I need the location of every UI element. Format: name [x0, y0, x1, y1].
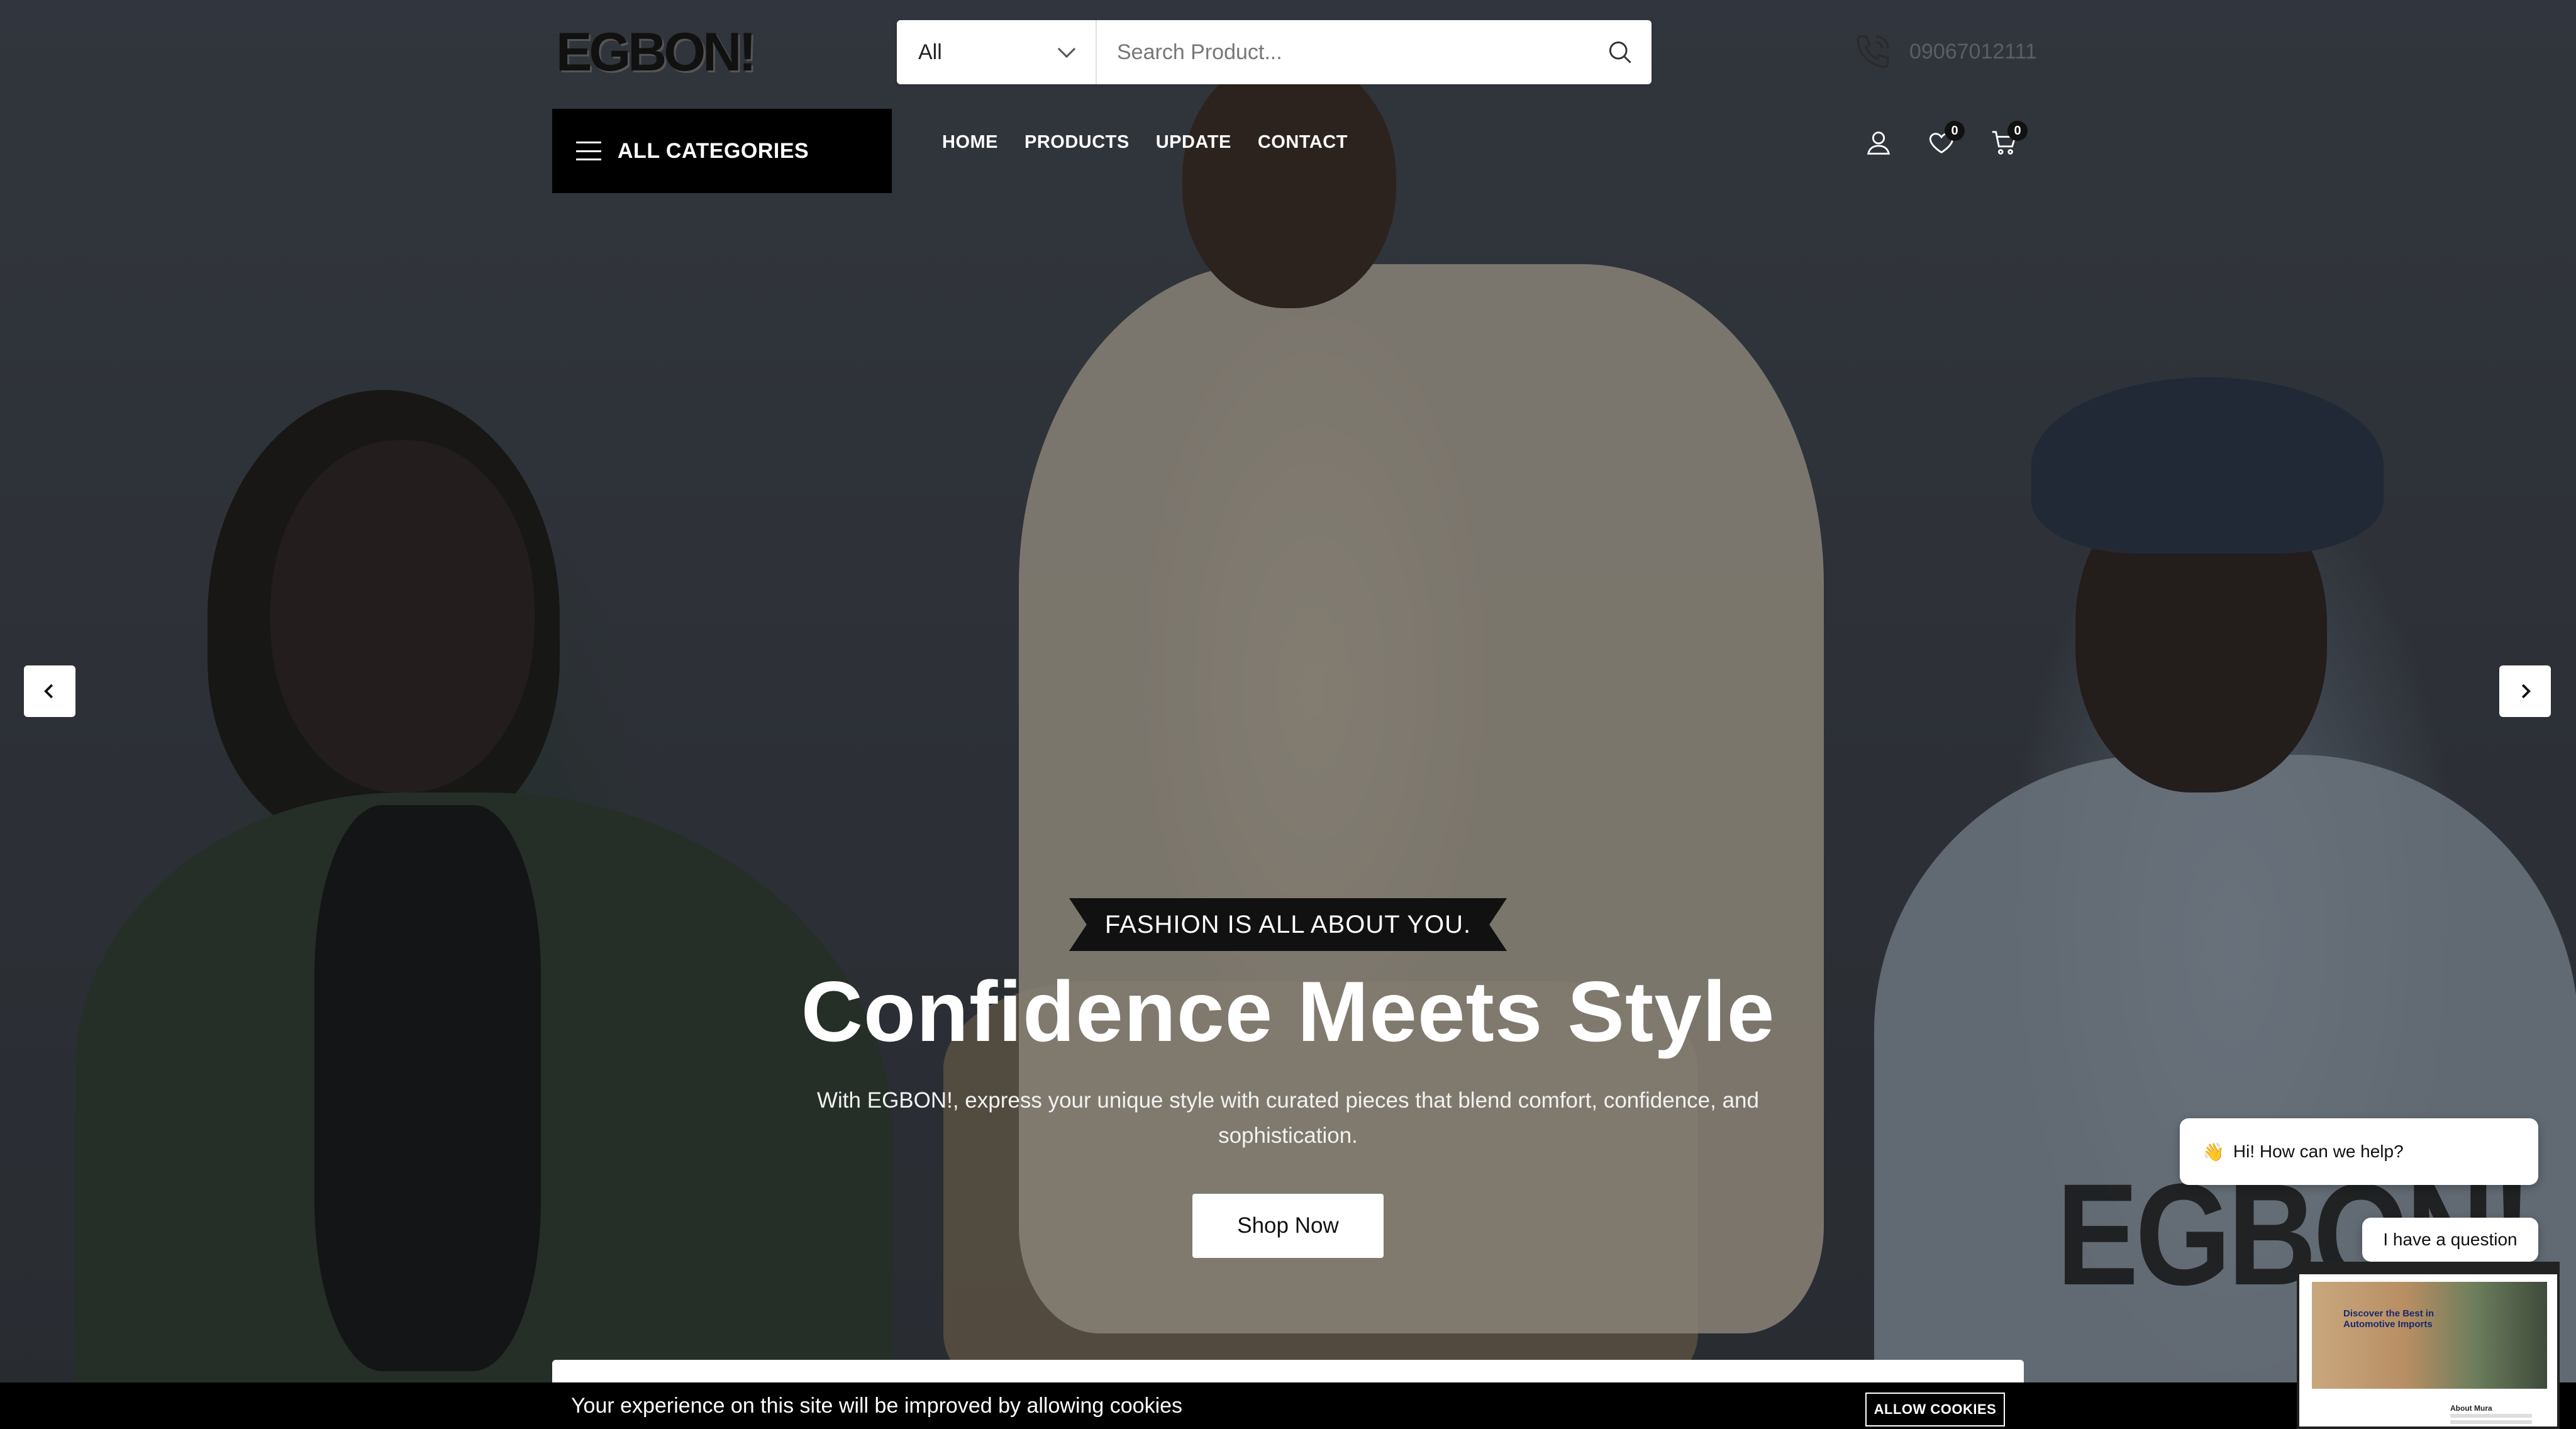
chat-quick-reply-button[interactable]: I have a question — [2362, 1218, 2538, 1262]
search-button[interactable] — [1589, 20, 1652, 84]
wishlist-count-badge: 0 — [1945, 121, 1965, 141]
hamburger-icon — [576, 142, 601, 160]
chevron-left-icon — [44, 684, 53, 699]
cart-count-badge: 0 — [2007, 121, 2028, 141]
header-user-tools: 0 0 — [1862, 121, 2028, 160]
search-category-select[interactable]: All — [897, 20, 1097, 84]
nav-update[interactable]: UPDATE — [1156, 132, 1231, 153]
chat-video-preview[interactable]: Discover the Best in Automotive Imports … — [2297, 1262, 2560, 1429]
chevron-down-icon — [1057, 40, 1076, 58]
search-category-value: All — [918, 40, 942, 64]
preview-label: About Mura — [2450, 1404, 2492, 1413]
nav-home[interactable]: HOME — [942, 132, 998, 153]
preview-hero-image — [2312, 1282, 2547, 1389]
hero-subtext: With EGBON!, express your unique style w… — [817, 1088, 1759, 1148]
hero-headline: Confidence Meets Style — [801, 964, 1775, 1059]
preview-headline: Discover the Best in Automotive Imports — [2343, 1308, 2434, 1330]
cookie-banner: Your experience on this site will be imp… — [0, 1382, 2576, 1429]
chevron-right-icon — [2521, 684, 2531, 699]
phone-icon — [1857, 35, 1889, 68]
nav-contact[interactable]: CONTACT — [1258, 132, 1348, 153]
preview-browser-bar — [2299, 1264, 2557, 1274]
phone-number: 09067012111 — [1909, 39, 2037, 64]
chat-greeting-bubble[interactable]: 👋 Hi! How can we help? — [2180, 1118, 2538, 1185]
allow-cookies-button[interactable]: ALLOW COOKIES — [1865, 1393, 2005, 1426]
hero-tagline: FASHION IS ALL ABOUT YOU. — [1069, 898, 1507, 951]
search-icon — [1609, 41, 1631, 64]
slider-prev-button[interactable] — [24, 665, 75, 717]
search-input[interactable] — [1097, 20, 1589, 84]
user-icon — [1867, 131, 1890, 155]
wishlist-button[interactable]: 0 — [1924, 121, 1965, 160]
main-nav: HOME PRODUCTS UPDATE CONTACT — [942, 132, 1348, 153]
nav-products[interactable]: PRODUCTS — [1024, 132, 1130, 153]
shop-now-button[interactable]: Shop Now — [1192, 1194, 1384, 1258]
slider-next-button[interactable] — [2499, 665, 2551, 717]
wave-emoji-icon: 👋 — [2202, 1142, 2224, 1162]
contact-phone[interactable]: 09067012111 — [1853, 29, 2037, 74]
chat-greeting-text: Hi! How can we help? — [2233, 1142, 2404, 1161]
site-logo[interactable]: EGBON! — [556, 24, 757, 81]
all-categories-button[interactable]: ALL CATEGORIES — [552, 109, 892, 193]
all-categories-label: ALL CATEGORIES — [618, 138, 809, 163]
account-button[interactable] — [1862, 126, 1896, 160]
search-bar: All — [897, 20, 1652, 84]
cookie-message: Your experience on this site will be imp… — [571, 1393, 1183, 1418]
preview-text-lines — [2450, 1414, 2532, 1418]
cart-button[interactable]: 0 — [1987, 121, 2028, 160]
